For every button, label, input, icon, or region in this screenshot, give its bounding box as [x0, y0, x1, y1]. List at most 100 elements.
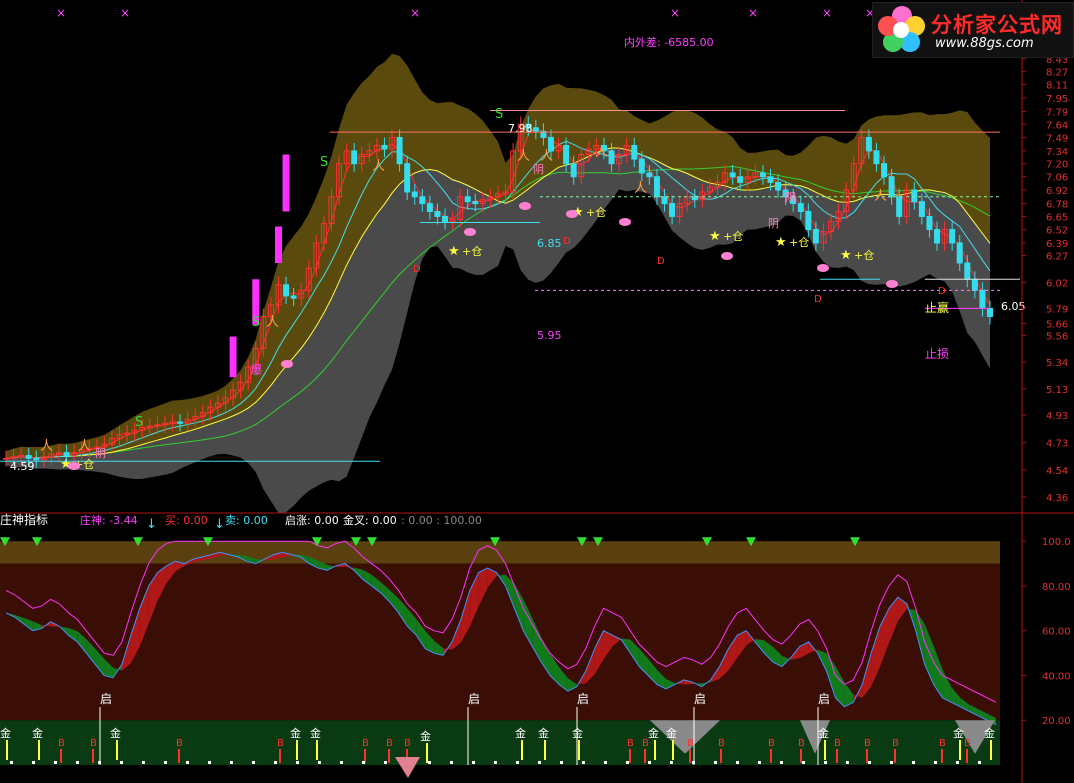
candle-body	[865, 136, 872, 152]
bottom-dot	[76, 761, 79, 764]
bottom-dot	[780, 761, 783, 764]
bottom-dot	[736, 761, 739, 764]
b-label: B	[362, 738, 369, 749]
b-bar	[689, 749, 691, 763]
osc-tick-label: 80.00	[1042, 582, 1071, 593]
price-tick-label: 7.34	[1046, 147, 1068, 158]
b-label: B	[834, 738, 841, 749]
bottom-dot	[296, 761, 299, 764]
bottom-dot	[802, 761, 805, 764]
candle-body	[351, 150, 358, 165]
indicator-field: 庄神: -3.44	[80, 513, 138, 527]
b-bar	[866, 749, 868, 763]
candle-body	[759, 172, 766, 178]
jin-bar	[990, 740, 992, 760]
jin-label: 金	[953, 726, 964, 740]
candle-body	[971, 278, 978, 291]
candle-body	[442, 215, 449, 222]
candle-body	[881, 163, 888, 178]
price-tick-label: 4.36	[1046, 493, 1068, 504]
price-tick-label: 4.54	[1046, 466, 1068, 477]
jin-label: 金	[984, 726, 995, 740]
bottom-dot	[868, 761, 871, 764]
signal-s-label: S	[495, 107, 503, 122]
bottom-dot	[714, 761, 717, 764]
price-tick-label: 5.56	[1046, 331, 1068, 342]
oversold-band	[0, 720, 1000, 765]
price-tick-label: 6.52	[1046, 226, 1068, 237]
bottom-dot	[560, 761, 563, 764]
star-icon: ★	[840, 248, 852, 263]
price-tick-label: 7.64	[1046, 120, 1068, 131]
candle-body	[631, 144, 638, 160]
bottom-dot	[450, 761, 453, 764]
b-label: B	[864, 738, 871, 749]
price-tick-label: 8.27	[1046, 68, 1068, 79]
bottom-dot	[648, 761, 651, 764]
jin-label: 金	[572, 726, 583, 740]
jin-label: 金	[0, 726, 11, 740]
candle-body	[177, 421, 184, 424]
jin-label: 金	[420, 729, 431, 743]
candle-body	[381, 144, 388, 150]
bottom-dot	[428, 761, 431, 764]
indicator-field: 金叉: 0.00	[343, 513, 397, 527]
bottom-dot	[494, 761, 497, 764]
candle-body	[669, 203, 676, 217]
jin-label: 金	[310, 726, 321, 740]
candle-body	[426, 203, 433, 212]
bottom-dot	[604, 761, 607, 764]
candle-body	[661, 196, 668, 205]
person-icon: 人	[40, 439, 53, 454]
stop-loss-label: 止损	[925, 347, 949, 361]
header-strip	[0, 0, 870, 6]
bottom-dot	[362, 761, 365, 764]
cross-icon: ×	[56, 6, 66, 20]
b-bar	[894, 749, 896, 763]
b-bar	[178, 749, 180, 763]
low-price-label: 4.59	[10, 460, 35, 473]
lotus-icon	[68, 462, 80, 470]
lotus-icon	[817, 264, 829, 272]
bottom-dot	[274, 761, 277, 764]
b-bar	[279, 749, 281, 763]
inner-outer-label: 内外差: -6585.00	[624, 35, 714, 49]
osc-tick-label: 100.0	[1042, 537, 1071, 548]
b-label: B	[939, 738, 946, 749]
b-label: B	[627, 738, 634, 749]
jin-bar	[116, 740, 118, 760]
bottom-dot	[340, 761, 343, 764]
bottom-dot	[670, 761, 673, 764]
price-tick-label: 5.13	[1046, 385, 1068, 396]
cross-icon: ×	[410, 6, 420, 20]
signal-s-label: S	[320, 155, 328, 170]
candle-body	[472, 201, 479, 205]
bottom-dot	[934, 761, 937, 764]
candle-body	[812, 229, 819, 244]
candle-body	[63, 452, 70, 456]
down-arrow-icon: ↓	[214, 517, 225, 532]
jin-label: 金	[666, 726, 677, 740]
candle-body	[979, 289, 986, 309]
jin-label: 金	[515, 726, 526, 740]
candle-body	[653, 176, 660, 198]
b-bar	[388, 749, 390, 763]
jin-bar	[38, 740, 40, 760]
jin-bar	[824, 740, 826, 760]
b-bar	[364, 749, 366, 763]
bottom-dot	[10, 761, 13, 764]
b-bar	[836, 749, 838, 763]
star-icon: ★	[775, 235, 787, 250]
d-label: D	[563, 236, 571, 247]
site-logo: 分析家公式网 www.88gs.com	[872, 2, 1074, 58]
jin-label: 金	[32, 726, 43, 740]
d-label: D	[657, 256, 665, 267]
price-tick-label: 4.73	[1046, 439, 1068, 450]
bottom-dot	[758, 761, 761, 764]
candle-body	[419, 196, 426, 205]
bottom-dot	[98, 761, 101, 764]
candle-body	[729, 172, 736, 178]
price-tick-label: 7.20	[1046, 160, 1068, 171]
candle-body	[646, 172, 653, 178]
candle-body	[888, 176, 895, 198]
